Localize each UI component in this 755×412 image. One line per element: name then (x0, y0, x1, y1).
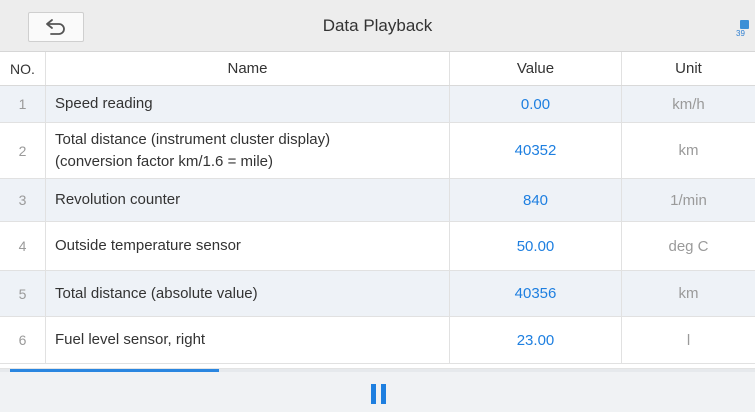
column-header-name: Name (46, 52, 450, 85)
row-number: 2 (0, 123, 46, 178)
row-value: 840 (450, 179, 622, 221)
row-unit: l (686, 331, 691, 349)
row-unit: km/h (672, 95, 705, 113)
battery-percent: 39 (736, 29, 745, 38)
title-bar: Data Playback 39 (0, 0, 755, 52)
row-unit: km (678, 285, 699, 302)
table-row[interactable]: 2 Total distance (instrument cluster dis… (0, 123, 755, 179)
data-table: NO. Name Value Unit 1 Speed reading 0.00… (0, 52, 755, 364)
row-name: Total distance (instrument cluster displ… (46, 123, 450, 178)
row-unit: 1/min (670, 191, 707, 209)
table-row[interactable]: 1 Speed reading 0.00 km/h (0, 86, 755, 123)
row-value: 0.00 (450, 86, 622, 122)
row-name: Fuel level sensor, right (46, 317, 450, 363)
playback-progress-track[interactable] (0, 369, 755, 372)
column-header-no: NO. (0, 52, 46, 85)
row-value: 40352 (450, 123, 622, 178)
row-number: 4 (0, 222, 46, 270)
table-row[interactable]: 4 Outside temperature sensor 50.00 deg C (0, 222, 755, 271)
column-header-unit: Unit (675, 60, 702, 77)
row-name: Revolution counter (46, 179, 450, 221)
row-name: Outside temperature sensor (46, 222, 450, 270)
column-header-value: Value (450, 52, 622, 85)
row-name: Speed reading (46, 86, 450, 122)
row-value: 40356 (450, 271, 622, 316)
row-name: Total distance (absolute value) (46, 271, 450, 316)
row-value: 50.00 (450, 222, 622, 270)
row-number: 5 (0, 271, 46, 316)
playback-bar (0, 368, 755, 412)
row-name-line: (conversion factor km/1.6 = mile) (55, 152, 273, 170)
table-row[interactable]: 6 Fuel level sensor, right 23.00 l (0, 317, 755, 364)
playback-progress-fill (10, 369, 219, 372)
page-title: Data Playback (322, 16, 433, 35)
battery-icon (740, 20, 749, 29)
table-header-row: NO. Name Value Unit (0, 52, 755, 86)
row-unit: deg C (668, 237, 709, 255)
row-value: 23.00 (450, 317, 622, 363)
row-number: 6 (0, 317, 46, 363)
pause-icon (370, 384, 386, 404)
row-number: 1 (0, 86, 46, 122)
table-row[interactable]: 3 Revolution counter 840 1/min (0, 179, 755, 222)
row-unit: km (678, 142, 699, 159)
pause-button[interactable] (365, 380, 391, 408)
row-number: 3 (0, 179, 46, 221)
row-name-line: Total distance (instrument cluster displ… (55, 130, 331, 148)
battery-status: 39 (736, 20, 755, 44)
table-row[interactable]: 5 Total distance (absolute value) 40356 … (0, 271, 755, 317)
